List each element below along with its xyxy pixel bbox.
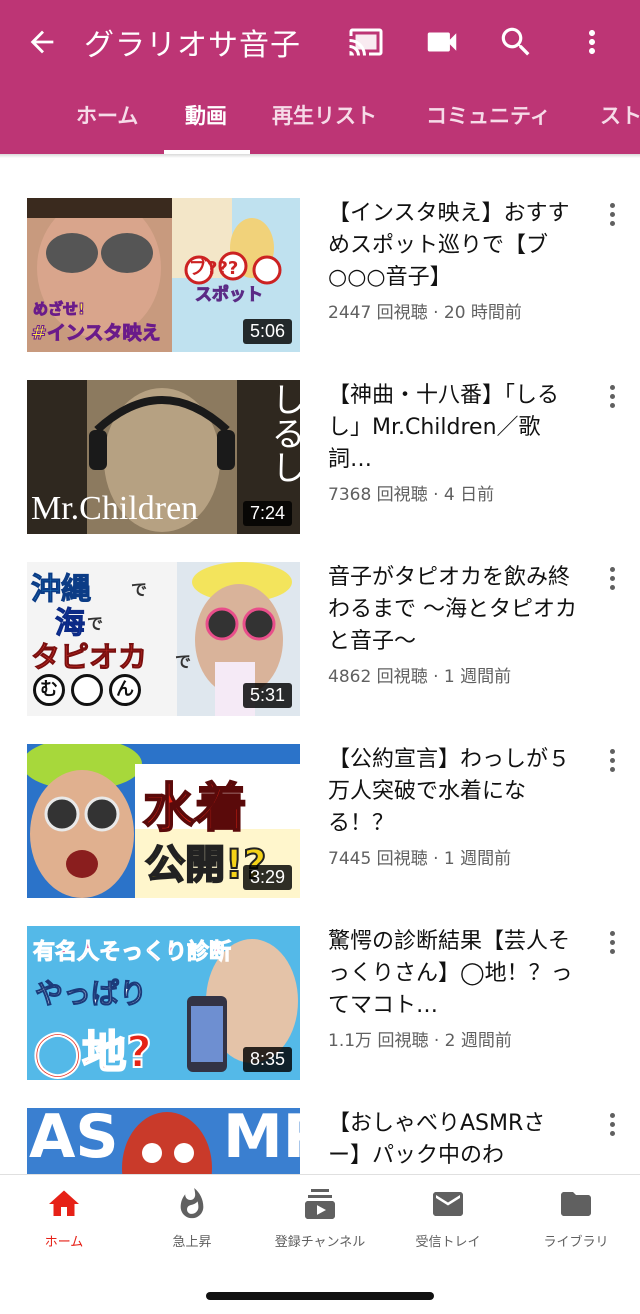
video-thumbnail[interactable]: めざせ! #インスタ映え ブ??? スポット 5:06 <box>27 198 300 352</box>
mail-icon <box>428 1185 468 1223</box>
thumb-text: 水着 <box>142 778 248 840</box>
more-vert-icon[interactable] <box>598 200 626 228</box>
tab-home[interactable]: ホーム <box>76 100 138 130</box>
video-item[interactable]: めざせ! #インスタ映え ブ??? スポット 5:06 【インスタ映え】おすすめ… <box>0 198 640 380</box>
video-title[interactable]: 【公約宣言】わっしが５万人突破で水着になる！？ <box>328 744 578 840</box>
home-indicator <box>206 1292 434 1300</box>
video-duration: 5:06 <box>242 319 292 344</box>
channel-title: グラリオサ音子 <box>84 28 301 63</box>
video-title[interactable]: 音子がタピオカを飲み終わるまで 〜海とタピオカと音子〜 <box>328 562 578 658</box>
video-title[interactable]: 【おしゃべりASMRさー】パック中のわ <box>328 1108 578 1172</box>
video-thumbnail[interactable]: 沖縄 で 海 で タピオカ で む ん 5:31 <box>27 562 300 716</box>
nav-library[interactable]: ライブラリ <box>512 1185 640 1255</box>
more-vert-icon[interactable] <box>598 382 626 410</box>
thumb-text: で <box>87 614 104 633</box>
video-camera-icon[interactable] <box>420 20 464 64</box>
nav-inbox[interactable]: 受信トレイ <box>384 1185 512 1255</box>
nav-home[interactable]: ホーム <box>0 1185 128 1255</box>
flame-icon <box>172 1185 212 1223</box>
channel-tabs: ホーム 動画 再生リスト コミュニティ スト <box>0 82 640 154</box>
thumb-text: む <box>33 674 65 706</box>
video-title[interactable]: 【神曲・十八番】「しるし」Mr.Children／歌詞… <box>328 380 578 476</box>
video-meta: 2447 回視聴 · 20 時間前 <box>328 303 522 323</box>
thumb-text: Mr.Children <box>31 490 199 527</box>
tab-playlists[interactable]: 再生リスト <box>272 100 377 130</box>
more-vert-icon[interactable] <box>598 746 626 774</box>
thumb-text: MR <box>223 1108 300 1172</box>
video-meta: 4862 回視聴 · 1 週間前 <box>328 667 512 687</box>
video-item[interactable]: 有名人そっくり診断 やっぱり ◯地? 8:35 驚愕の診断結果【芸人そっくりさん… <box>0 926 640 1108</box>
nav-trending[interactable]: 急上昇 <box>128 1185 256 1255</box>
video-meta: 7368 回視聴 · 4 日前 <box>328 485 495 505</box>
video-item[interactable]: しるし Mr.Children 7:24 【神曲・十八番】「しるし」Mr.Chi… <box>0 380 640 562</box>
nav-label: ホーム <box>44 1235 84 1250</box>
thumb-circle <box>71 674 103 706</box>
video-duration: 5:31 <box>242 683 292 708</box>
video-thumbnail[interactable]: しるし Mr.Children 7:24 <box>27 380 300 534</box>
nav-label: ライブラリ <box>543 1235 609 1250</box>
thumb-text: AS <box>29 1108 119 1172</box>
video-list[interactable]: めざせ! #インスタ映え ブ??? スポット 5:06 【インスタ映え】おすすめ… <box>0 158 640 1174</box>
video-thumbnail[interactable]: 有名人そっくり診断 やっぱり ◯地? 8:35 <box>27 926 300 1080</box>
video-duration: 3:29 <box>242 865 292 890</box>
video-meta: 7445 回視聴 · 1 週間前 <box>328 849 512 869</box>
thumb-text: ん <box>109 674 141 706</box>
cast-icon[interactable] <box>344 20 388 64</box>
thumb-text: タピオカ <box>30 640 148 675</box>
tab-community[interactable]: コミュニティ <box>426 100 551 130</box>
nav-label: 急上昇 <box>172 1235 212 1250</box>
video-item[interactable]: 沖縄 で 海 で タピオカ で む ん 5:31 音子がタピオカを飲み終わるまで… <box>0 562 640 744</box>
thumb-text: で <box>131 580 148 599</box>
thumb-text: ブ??? <box>189 258 239 279</box>
video-thumbnail[interactable]: 水着 公開!? 3:29 <box>27 744 300 898</box>
tab-store[interactable]: スト <box>600 100 640 130</box>
video-duration: 8:35 <box>242 1047 292 1072</box>
video-meta: 1.1万 回視聴 · 2 週間前 <box>328 1031 512 1051</box>
home-icon <box>44 1185 84 1223</box>
more-vert-icon[interactable] <box>598 1110 626 1138</box>
thumb-text: #インスタ映え <box>31 322 162 345</box>
nav-subscriptions[interactable]: 登録チャンネル <box>256 1185 384 1255</box>
video-title[interactable]: 【インスタ映え】おすすめスポット巡りで【ブ○○○音子】 <box>328 198 578 294</box>
thumb-text: しるし <box>265 382 300 484</box>
more-vert-icon[interactable] <box>598 928 626 956</box>
video-title[interactable]: 驚愕の診断結果【芸人そっくりさん】◯地！？ってマコト… <box>328 926 578 1022</box>
video-item[interactable]: 水着 公開!? 3:29 【公約宣言】わっしが５万人突破で水着になる！？ 744… <box>0 744 640 926</box>
folder-icon <box>556 1185 596 1223</box>
thumb-text: ◯地? <box>32 1026 153 1079</box>
more-vert-icon[interactable] <box>570 20 614 64</box>
subscriptions-icon <box>300 1185 340 1223</box>
thumb-text: スポット <box>195 285 264 306</box>
nav-label: 登録チャンネル <box>274 1235 366 1250</box>
thumb-text: で <box>175 652 192 671</box>
thumb-text: めざせ! <box>33 300 86 319</box>
tab-videos[interactable]: 動画 <box>185 100 227 130</box>
search-icon[interactable] <box>494 20 538 64</box>
back-arrow-icon[interactable] <box>22 22 62 62</box>
thumb-text: 有名人そっくり診断 <box>32 940 232 966</box>
thumb-text: やっぱり <box>34 977 148 1011</box>
video-item[interactable]: AS MR 【おしゃべりASMRさー】パック中のわ <box>0 1108 640 1174</box>
more-vert-icon[interactable] <box>598 564 626 592</box>
app-bar: グラリオサ音子 <box>0 0 640 82</box>
nav-label: 受信トレイ <box>415 1235 481 1250</box>
video-thumbnail[interactable]: AS MR <box>27 1108 300 1174</box>
video-duration: 7:24 <box>242 501 292 526</box>
